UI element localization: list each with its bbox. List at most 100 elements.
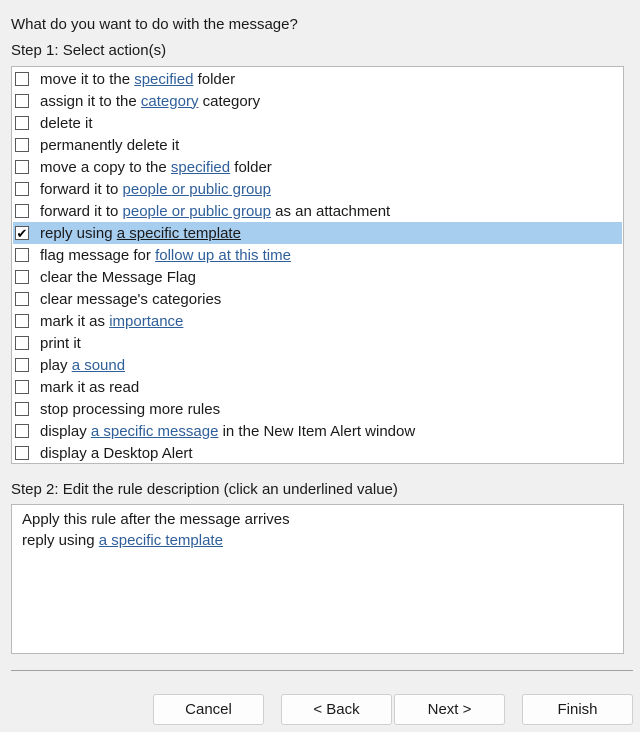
action-value-link[interactable]: people or public group <box>123 203 271 220</box>
action-item[interactable]: assign it to the category category <box>13 90 622 112</box>
action-text: permanently delete it <box>40 136 180 154</box>
action-text: forward it to <box>40 202 123 220</box>
action-label: permanently delete it <box>40 137 179 154</box>
action-text: display <box>40 422 91 440</box>
action-label: move it to the specified folder <box>40 71 235 88</box>
finish-button[interactable]: Finish <box>522 694 633 725</box>
action-item[interactable]: display a Desktop Alert <box>13 442 622 464</box>
action-text: flag message for <box>40 246 156 264</box>
action-label: move a copy to the specified folder <box>40 159 272 176</box>
checkbox-checked[interactable]: ✔ <box>15 226 29 240</box>
action-text: forward it to <box>40 180 123 198</box>
action-label: delete it <box>40 115 93 132</box>
action-text: print it <box>40 334 81 352</box>
action-label: forward it to people or public group <box>40 181 271 198</box>
action-item[interactable]: mark it as importance <box>13 310 622 332</box>
action-text: move it to the <box>40 70 135 88</box>
action-text: play <box>40 356 72 374</box>
action-text: display a Desktop Alert <box>40 444 193 462</box>
checkbox[interactable] <box>15 270 29 284</box>
next-button[interactable]: Next > <box>394 694 505 725</box>
action-text: folder <box>230 158 272 176</box>
checkbox[interactable] <box>15 116 29 130</box>
checkbox[interactable] <box>15 358 29 372</box>
checkbox[interactable] <box>15 160 29 174</box>
checkbox[interactable] <box>15 204 29 218</box>
action-item[interactable]: flag message for follow up at this time <box>13 244 622 266</box>
action-value-link[interactable]: specified <box>134 71 193 88</box>
action-text: delete it <box>40 114 93 132</box>
action-text: assign it to the <box>40 92 141 110</box>
action-label: play a sound <box>40 357 125 374</box>
action-text: as an attachment <box>270 202 391 220</box>
checkbox[interactable] <box>15 72 29 86</box>
cancel-button[interactable]: Cancel <box>153 694 264 725</box>
action-item[interactable]: delete it <box>13 112 622 134</box>
checkbox[interactable] <box>15 380 29 394</box>
back-button[interactable]: < Back <box>281 694 392 725</box>
action-label: flag message for follow up at this time <box>40 247 291 264</box>
action-label: mark it as importance <box>40 313 183 330</box>
action-text: mark it as <box>40 312 110 330</box>
checkbox[interactable] <box>15 446 29 460</box>
action-value-link[interactable]: a specific template <box>117 225 241 242</box>
action-item[interactable]: ✔ reply using a specific template <box>13 222 622 244</box>
specific-template-link[interactable]: a specific template <box>99 532 223 549</box>
action-item[interactable]: move it to the specified folder <box>13 68 622 90</box>
action-item[interactable]: move a copy to the specified folder <box>13 156 622 178</box>
action-text: stop processing more rules <box>40 400 221 418</box>
action-value-link[interactable]: specified <box>171 159 230 176</box>
action-value-link[interactable]: people or public group <box>123 181 271 198</box>
action-text: clear message's categories <box>40 290 222 308</box>
action-item[interactable]: print it <box>13 332 622 354</box>
action-item[interactable]: clear the Message Flag <box>13 266 622 288</box>
action-label: stop processing more rules <box>40 401 220 418</box>
action-value-link[interactable]: importance <box>109 313 183 330</box>
action-text: reply using <box>40 224 117 242</box>
checkbox[interactable] <box>15 424 29 438</box>
action-label: mark it as read <box>40 379 139 396</box>
rule-description-line: reply using a specific template <box>22 530 613 551</box>
action-text: in the New Item Alert window <box>218 422 416 440</box>
separator <box>11 670 633 671</box>
action-item[interactable]: permanently delete it <box>13 134 622 156</box>
action-value-link[interactable]: a sound <box>72 357 125 374</box>
action-label: forward it to people or public group as … <box>40 203 390 220</box>
action-value-link[interactable]: category <box>141 93 199 110</box>
rule-description-box: Apply this rule after the message arrive… <box>11 504 624 654</box>
checkbox[interactable] <box>15 402 29 416</box>
actions-list[interactable]: move it to the specified folder assign it… <box>11 66 624 464</box>
action-label: print it <box>40 335 81 352</box>
action-label: assign it to the category category <box>40 93 260 110</box>
action-text: category <box>198 92 261 110</box>
action-item[interactable]: forward it to people or public group as … <box>13 200 622 222</box>
action-item[interactable]: mark it as read <box>13 376 622 398</box>
step1-label: Step 1: Select action(s) <box>11 42 167 59</box>
checkbox[interactable] <box>15 314 29 328</box>
action-item[interactable]: forward it to people or public group <box>13 178 622 200</box>
step2-label: Step 2: Edit the rule description (click… <box>11 481 398 498</box>
checkbox[interactable] <box>15 292 29 306</box>
action-item[interactable]: play a sound <box>13 354 622 376</box>
rule-description-line: Apply this rule after the message arrive… <box>22 511 290 528</box>
action-item[interactable]: display a specific message in the New It… <box>13 420 622 442</box>
checkbox[interactable] <box>15 182 29 196</box>
action-label: display a specific message in the New It… <box>40 423 415 440</box>
action-text: mark it as read <box>40 378 140 396</box>
dialog-question: What do you want to do with the message? <box>11 16 298 33</box>
action-item[interactable]: stop processing more rules <box>13 398 622 420</box>
checkbox[interactable] <box>15 138 29 152</box>
checkbox[interactable] <box>15 336 29 350</box>
action-value-link[interactable]: follow up at this time <box>155 247 291 264</box>
action-value-link[interactable]: a specific message <box>91 423 219 440</box>
checkbox[interactable] <box>15 248 29 262</box>
action-label: display a Desktop Alert <box>40 445 193 462</box>
checkbox[interactable] <box>15 94 29 108</box>
action-item[interactable]: clear message's categories <box>13 288 622 310</box>
action-text: clear the Message Flag <box>40 268 196 286</box>
rule-description-text: reply using <box>22 532 99 549</box>
action-label: reply using a specific template <box>40 225 241 242</box>
action-label: clear the Message Flag <box>40 269 196 286</box>
action-label: clear message's categories <box>40 291 221 308</box>
checkmark-icon: ✔ <box>16 225 28 241</box>
